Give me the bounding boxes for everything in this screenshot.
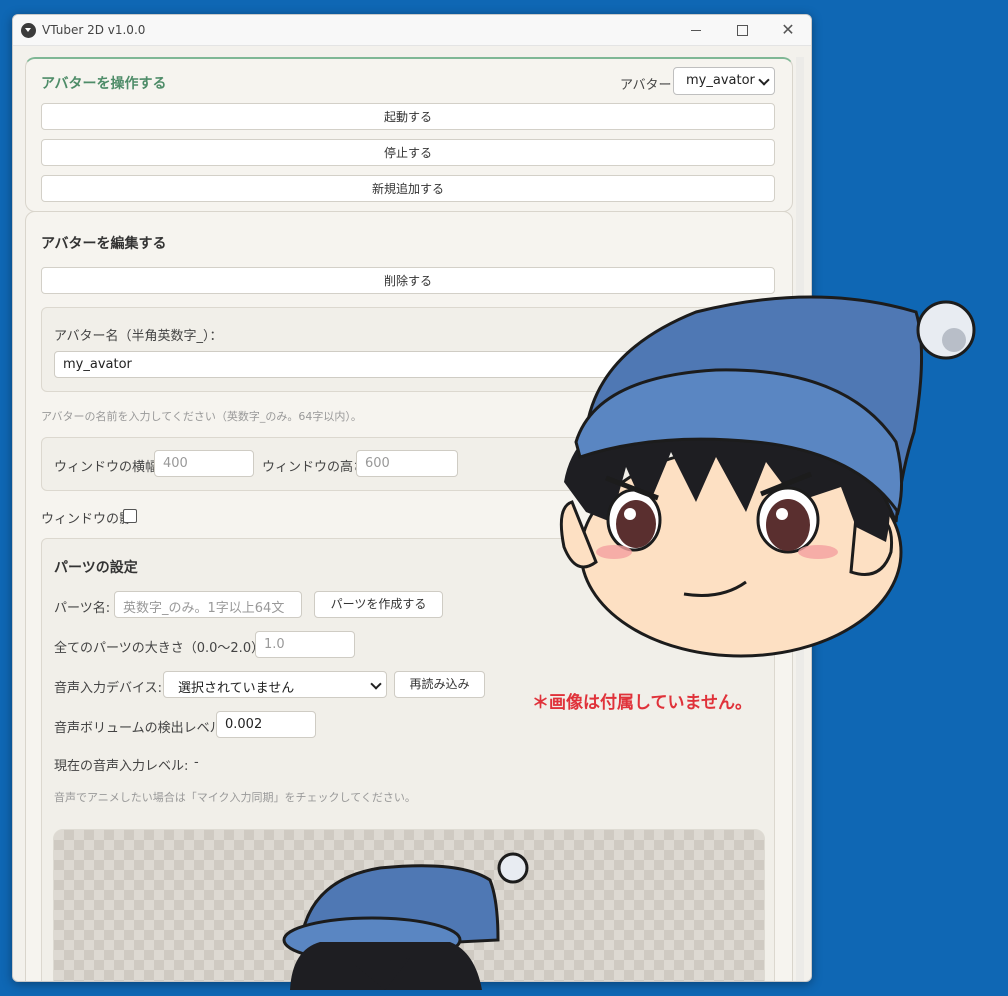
- volume-level-input[interactable]: 0.002: [216, 711, 316, 738]
- maximize-icon: [736, 24, 748, 36]
- preview-character-image: [282, 852, 529, 990]
- window-title: VTuber 2D v1.0.0: [42, 23, 146, 37]
- title-bar[interactable]: VTuber 2D v1.0.0 ✕: [13, 15, 811, 46]
- current-level-label: 現在の音声入力レベル:: [54, 759, 189, 774]
- chevron-down-icon: [370, 678, 382, 690]
- add-new-button[interactable]: 新規追加する: [41, 175, 775, 202]
- mic-sync-hint: 音声でアニメしたい場合は「マイク入力同期」をチェックしてください。: [54, 791, 416, 804]
- window-shadow-checkbox[interactable]: [123, 509, 137, 523]
- parts-size-label: 全てのパーツの大きさ（0.0〜2.0）:: [54, 641, 269, 656]
- avatar-character-image: [559, 295, 976, 658]
- app-logo-icon: [21, 22, 36, 38]
- parts-size-input[interactable]: 1.0: [255, 631, 355, 658]
- start-button[interactable]: 起動する: [41, 103, 775, 130]
- minimize-icon: [691, 29, 701, 31]
- avatar-name-label: アバター名（半角英数字_）：: [54, 329, 223, 344]
- part-name-label: パーツ名:: [54, 601, 111, 616]
- maximize-button[interactable]: [719, 15, 765, 45]
- avatar-name-hint: アバターの名前を入力してください（英数字_のみ。64字以内）。: [41, 410, 362, 423]
- operate-avatar-panel: アバターを操作する アバター: my_avator 起動する 停止する 新規追加…: [25, 57, 793, 212]
- volume-level-label: 音声ボリュームの検出レベル:: [54, 721, 227, 736]
- part-name-input[interactable]: 英数字_のみ。1字以上64文: [114, 591, 302, 618]
- avatar-select-value: my_avator: [686, 73, 755, 88]
- current-level-value: -: [194, 755, 199, 770]
- audio-device-value: 選択されていません: [178, 681, 295, 696]
- window-height-label: ウィンドウの高さ:: [262, 460, 371, 475]
- reload-button[interactable]: 再読み込み: [394, 671, 485, 698]
- minimize-button[interactable]: [673, 15, 719, 45]
- window-width-input[interactable]: 400: [154, 450, 254, 477]
- close-icon: ✕: [781, 20, 795, 39]
- avatar-select[interactable]: my_avator: [673, 67, 775, 95]
- operate-panel-title: アバターを操作する: [41, 76, 167, 92]
- create-part-button[interactable]: パーツを作成する: [314, 591, 443, 618]
- avatar-select-label: アバター:: [620, 78, 676, 93]
- chevron-down-icon: [758, 74, 770, 86]
- image-not-included-note: ＊画像は付属していません。: [532, 693, 752, 713]
- audio-device-label: 音声入力デバイス:: [54, 681, 162, 696]
- parts-settings-title: パーツの設定: [54, 560, 138, 576]
- stop-button[interactable]: 停止する: [41, 139, 775, 166]
- edit-panel-title: アバターを編集する: [41, 236, 167, 252]
- close-button[interactable]: ✕: [765, 15, 811, 45]
- audio-device-select[interactable]: 選択されていません: [163, 671, 387, 698]
- window-height-input[interactable]: 600: [356, 450, 458, 477]
- window-width-label: ウィンドウの横幅:: [54, 460, 163, 475]
